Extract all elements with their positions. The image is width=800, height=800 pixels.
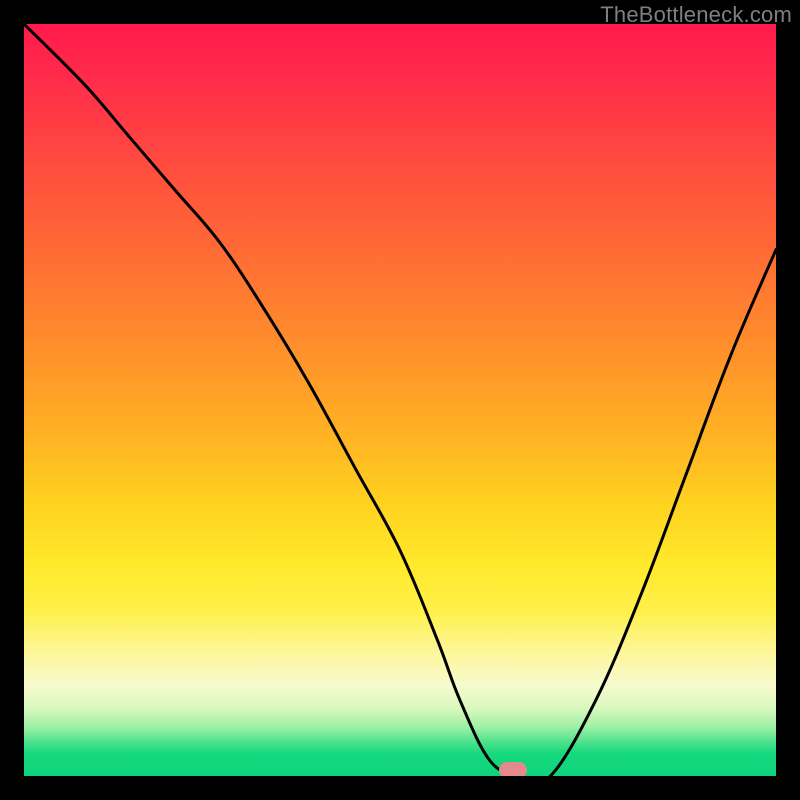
optimal-marker	[499, 762, 527, 776]
chart-frame: TheBottleneck.com	[0, 0, 800, 800]
bottleneck-curve	[24, 24, 776, 776]
watermark-text: TheBottleneck.com	[600, 2, 792, 28]
plot-area	[24, 24, 776, 776]
